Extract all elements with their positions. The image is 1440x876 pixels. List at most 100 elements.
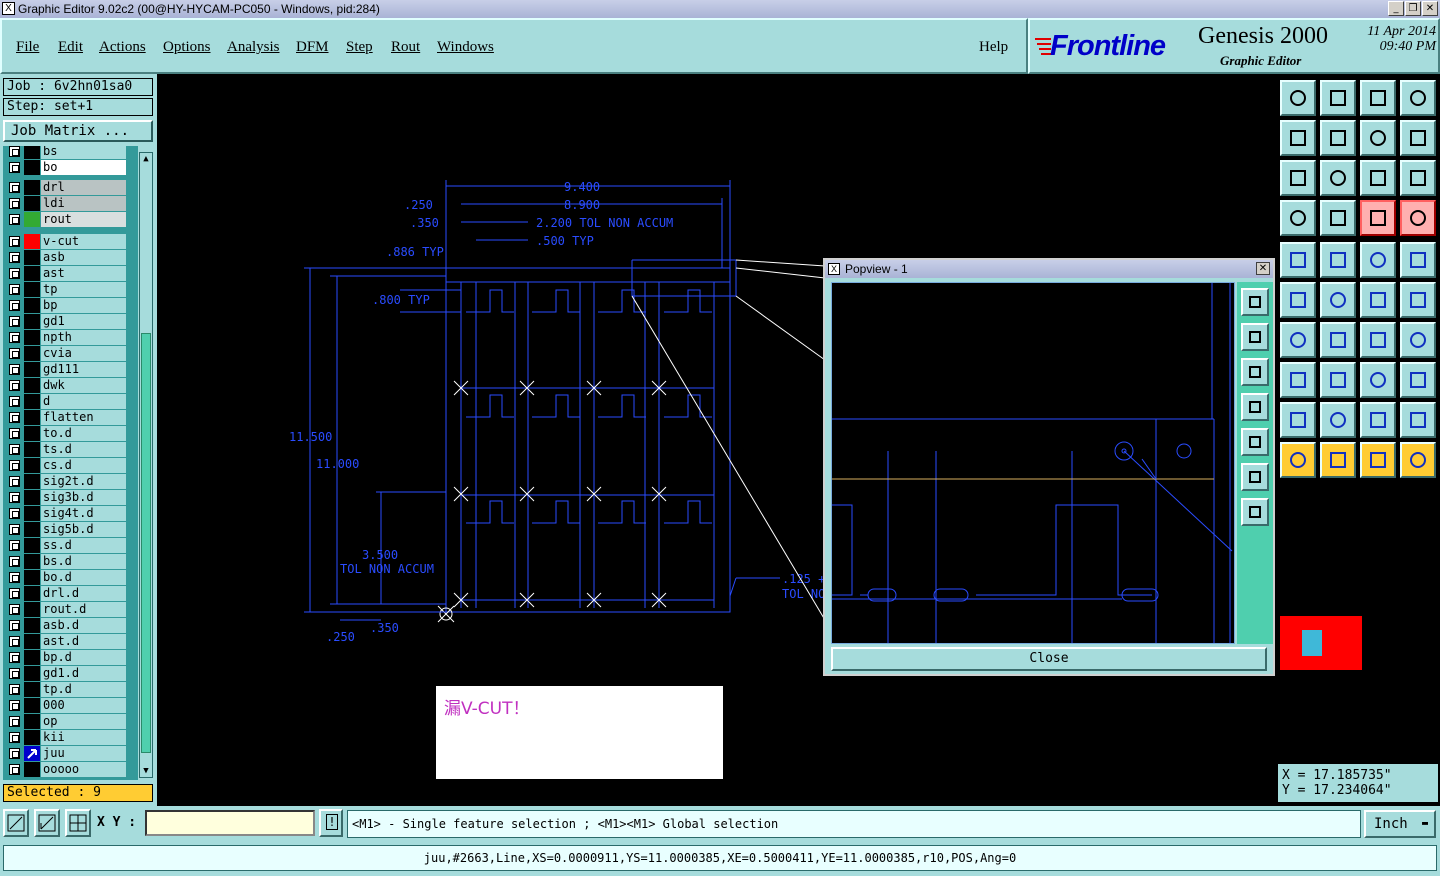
tool-button[interactable] xyxy=(1320,282,1356,318)
layer-checkbox[interactable] xyxy=(9,396,20,407)
tool-button[interactable] xyxy=(1360,120,1396,156)
tool-button[interactable] xyxy=(1280,200,1316,236)
layer-color-swatch[interactable] xyxy=(24,554,40,569)
tool-button[interactable] xyxy=(1360,322,1396,358)
layer-row[interactable]: asb.d xyxy=(3,618,128,633)
close-window-button[interactable]: ✕ xyxy=(1422,1,1438,16)
layer-row[interactable]: asb xyxy=(3,250,128,265)
layer-name[interactable]: sig5b.d xyxy=(41,522,126,537)
popview-close-button[interactable]: Close xyxy=(831,647,1267,671)
layer-color-swatch[interactable] xyxy=(24,180,40,195)
layer-name[interactable]: gd111 xyxy=(41,362,126,377)
layer-color-swatch[interactable] xyxy=(24,746,40,761)
layer-row[interactable]: gd1 xyxy=(3,314,128,329)
layer-row[interactable]: dwk xyxy=(3,378,128,393)
layer-name[interactable]: gd1.d xyxy=(41,666,126,681)
layer-name[interactable]: ast xyxy=(41,266,126,281)
layer-checkbox[interactable] xyxy=(9,684,20,695)
layer-color-swatch[interactable] xyxy=(24,634,40,649)
layer-row[interactable]: sig5b.d xyxy=(3,522,128,537)
layer-checkbox[interactable] xyxy=(9,300,20,311)
tool-button[interactable] xyxy=(1320,362,1356,398)
popview-canvas[interactable] xyxy=(831,282,1235,644)
layer-row[interactable]: op xyxy=(3,714,128,729)
layer-checkbox[interactable] xyxy=(9,492,20,503)
xy-input[interactable] xyxy=(145,810,315,836)
tool-button[interactable] xyxy=(1280,160,1316,196)
layer-name[interactable]: sig3b.d xyxy=(41,490,126,505)
layer-name[interactable]: sig4t.d xyxy=(41,506,126,521)
layer-row[interactable]: ast.d xyxy=(3,634,128,649)
layer-color-swatch[interactable] xyxy=(24,538,40,553)
layer-color-swatch[interactable] xyxy=(24,282,40,297)
layer-color-swatch[interactable] xyxy=(24,266,40,281)
layer-row[interactable]: sig2t.d xyxy=(3,474,128,489)
layer-checkbox[interactable] xyxy=(9,540,20,551)
menu-step[interactable]: Step xyxy=(346,39,373,56)
popview-tool-button[interactable] xyxy=(1241,428,1269,456)
layer-checkbox[interactable] xyxy=(9,332,20,343)
layer-row[interactable]: to.d xyxy=(3,426,128,441)
layer-color-swatch[interactable] xyxy=(24,522,40,537)
tool-button[interactable] xyxy=(1320,120,1356,156)
layer-name[interactable]: bs xyxy=(41,146,126,159)
layer-name[interactable]: tp.d xyxy=(41,682,126,697)
layer-name[interactable]: ts.d xyxy=(41,442,126,457)
layer-color-swatch[interactable] xyxy=(24,196,40,211)
layer-row[interactable]: bo xyxy=(3,160,128,175)
tool-button[interactable] xyxy=(1400,242,1436,278)
minimize-button[interactable]: _ xyxy=(1388,1,1404,16)
layer-color-swatch[interactable] xyxy=(24,234,40,249)
layer-color-swatch[interactable] xyxy=(24,362,40,377)
layer-checkbox[interactable] xyxy=(9,636,20,647)
layer-row[interactable]: rout.d xyxy=(3,602,128,617)
layer-row[interactable]: gd1.d xyxy=(3,666,128,681)
menu-dfm[interactable]: DFM xyxy=(296,39,329,56)
tool-button[interactable] xyxy=(1400,200,1436,236)
layer-checkbox[interactable] xyxy=(9,364,20,375)
layer-checkbox[interactable] xyxy=(9,162,20,173)
layer-name[interactable]: ss.d xyxy=(41,538,126,553)
layer-row[interactable]: bp xyxy=(3,298,128,313)
menu-edit[interactable]: Edit xyxy=(58,39,83,56)
layer-checkbox[interactable] xyxy=(9,146,20,157)
tool-button[interactable] xyxy=(1320,200,1356,236)
layer-name[interactable]: d xyxy=(41,394,126,409)
layer-checkbox[interactable] xyxy=(9,764,20,775)
menu-windows[interactable]: Windows xyxy=(437,39,494,56)
units-select[interactable]: Inch ▬ xyxy=(1364,810,1436,838)
layer-checkbox[interactable] xyxy=(9,316,20,327)
layer-checkbox[interactable] xyxy=(9,524,20,535)
layer-name[interactable]: bp.d xyxy=(41,650,126,665)
tool-button[interactable] xyxy=(1320,242,1356,278)
menu-actions[interactable]: Actions xyxy=(99,39,146,56)
mini-map[interactable] xyxy=(1280,616,1362,670)
tool-button[interactable] xyxy=(1400,442,1436,478)
popview-tool-button[interactable] xyxy=(1241,323,1269,351)
tool-button[interactable] xyxy=(1280,282,1316,318)
layer-name[interactable]: ldi xyxy=(41,196,126,211)
menu-options[interactable]: Options xyxy=(163,39,211,56)
layer-row[interactable]: d xyxy=(3,394,128,409)
layer-checkbox[interactable] xyxy=(9,748,20,759)
layer-name[interactable]: sig2t.d xyxy=(41,474,126,489)
layer-color-swatch[interactable] xyxy=(24,618,40,633)
layer-name[interactable]: ooooo xyxy=(41,762,126,777)
layer-color-swatch[interactable] xyxy=(24,682,40,697)
layer-row[interactable]: ldi xyxy=(3,196,128,211)
layer-checkbox[interactable] xyxy=(9,412,20,423)
scroll-thumb[interactable] xyxy=(141,333,151,753)
scroll-down-icon[interactable]: ▼ xyxy=(140,765,152,777)
layer-color-swatch[interactable] xyxy=(24,474,40,489)
menu-rout[interactable]: Rout xyxy=(391,39,420,56)
layer-checkbox[interactable] xyxy=(9,620,20,631)
layer-row[interactable]: ts.d xyxy=(3,442,128,457)
layer-color-swatch[interactable] xyxy=(24,490,40,505)
layer-name[interactable]: bs.d xyxy=(41,554,126,569)
layer-row[interactable]: cvia xyxy=(3,346,128,361)
tool-button[interactable] xyxy=(1280,120,1316,156)
layer-row[interactable]: rout xyxy=(3,212,128,227)
tool-button[interactable] xyxy=(1320,442,1356,478)
layer-name[interactable]: kii xyxy=(41,730,126,745)
layer-color-swatch[interactable] xyxy=(24,442,40,457)
